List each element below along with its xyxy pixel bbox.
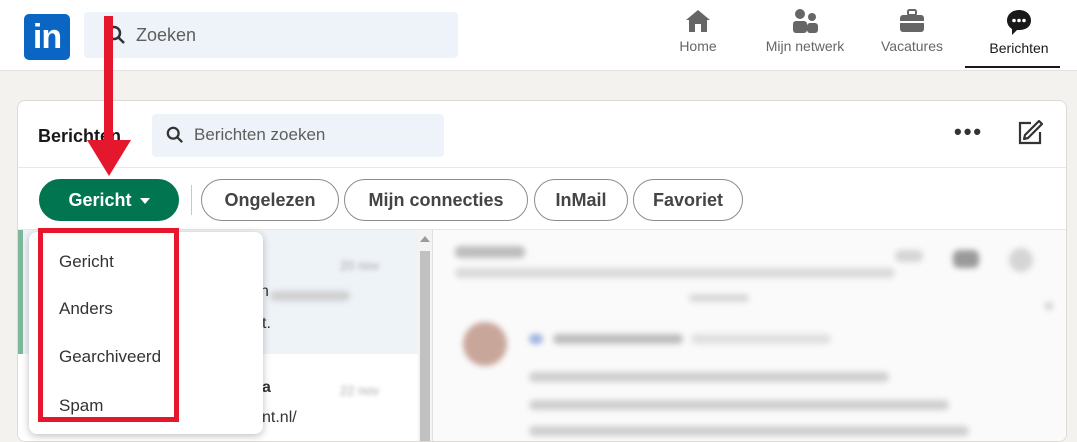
badge-blur [529, 334, 543, 344]
focused-filter-button[interactable]: Gericht [39, 179, 179, 221]
video-icon[interactable] [953, 250, 979, 268]
filter-unread-label: Ongelezen [224, 190, 316, 210]
top-navigation-bar: in Zoeken Home Mijn netwerk Vacatures Be… [0, 0, 1077, 71]
conversation-subtitle-blur [455, 268, 895, 278]
sender-meta-blur [691, 334, 831, 344]
messages-search-input[interactable]: Berichten zoeken [152, 114, 444, 157]
global-search-placeholder: Zoeken [136, 25, 197, 45]
conversation-pane [433, 230, 1066, 441]
header-divider [18, 167, 1066, 168]
message-line-blur [529, 400, 949, 410]
filter-inmail-label: InMail [555, 190, 607, 210]
conversation-snippet: a [262, 379, 271, 396]
filter-my-connections-label: Mijn connecties [368, 190, 504, 210]
nav-jobs-label: Vacatures [881, 38, 943, 54]
scrollbar-thumb[interactable] [420, 251, 430, 441]
more-options-icon[interactable]: ••• [954, 119, 983, 145]
annotation-highlight-box [38, 228, 179, 422]
messaging-icon [1007, 10, 1031, 35]
message-line-blur [529, 372, 889, 382]
star-icon[interactable] [1009, 248, 1033, 272]
conversation-header-blur [455, 246, 525, 258]
filter-starred-label: Favoriet [652, 190, 724, 210]
conversation-snippet: t. [262, 315, 271, 332]
nav-jobs[interactable]: Vacatures [874, 8, 950, 66]
selected-indicator [18, 230, 23, 354]
compose-icon[interactable] [1015, 118, 1045, 148]
nav-messaging[interactable]: Berichten [980, 8, 1058, 66]
filter-my-connections[interactable]: Mijn connecties [344, 179, 528, 221]
filter-starred[interactable]: Favoriet [633, 179, 743, 221]
scroll-icon [1045, 302, 1053, 310]
nav-messaging-label: Berichten [989, 40, 1049, 56]
filter-unread[interactable]: Ongelezen [201, 179, 339, 221]
conversation-timestamp: 20 nov [340, 258, 380, 273]
avatar[interactable] [463, 322, 507, 366]
nav-network-label: Mijn netwerk [765, 38, 845, 54]
nav-active-indicator [965, 66, 1060, 68]
filter-divider [191, 185, 192, 215]
conversation-timestamp: 22 nov [340, 383, 380, 398]
conversation-snippet: nt.nl/ [262, 409, 297, 426]
annotation-arrow-head [87, 140, 131, 176]
messages-search-placeholder: Berichten zoeken [194, 125, 326, 144]
filter-inmail[interactable]: InMail [534, 179, 628, 221]
annotation-arrow-shaft [104, 16, 113, 144]
linkedin-logo[interactable]: in [24, 14, 70, 60]
focused-filter-label: Gericht [68, 190, 132, 210]
message-line-blur [529, 426, 969, 436]
nav-network[interactable]: Mijn netwerk [756, 8, 854, 66]
date-separator-blur [689, 294, 749, 302]
conversation-preview-blur [270, 291, 350, 301]
search-icon [166, 126, 183, 143]
caret-down-icon [139, 198, 150, 205]
network-icon [793, 9, 818, 33]
sender-name-blur [553, 334, 683, 344]
home-icon [686, 10, 710, 32]
nav-home-label: Home [679, 38, 717, 54]
scroll-up-icon[interactable] [420, 236, 430, 242]
nav-home[interactable]: Home [670, 8, 726, 66]
icon-blur [895, 250, 923, 262]
briefcase-icon [900, 9, 924, 32]
global-search-input[interactable]: Zoeken [84, 12, 458, 58]
